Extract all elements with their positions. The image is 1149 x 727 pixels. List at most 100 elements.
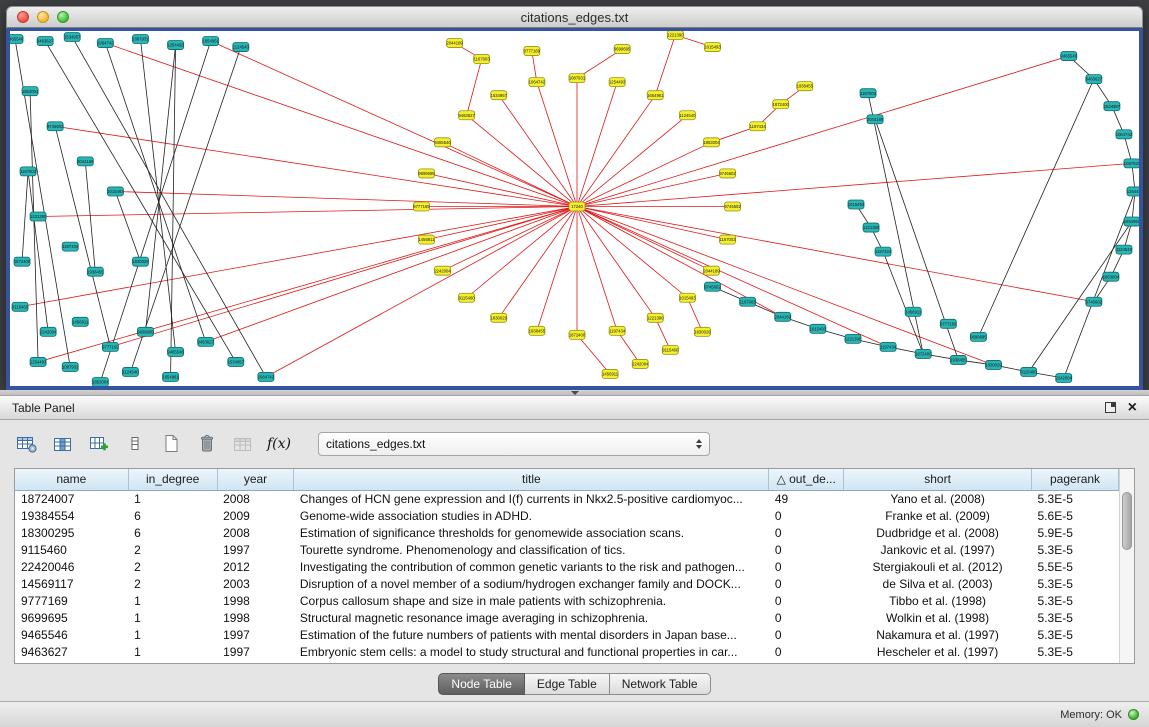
graph-node[interactable]: 1197434 — [62, 242, 79, 251]
table-row[interactable]: 1830029562008Estimation of significance … — [15, 524, 1119, 541]
table-row[interactable]: 1872400712008Changes of HCN gene express… — [15, 490, 1119, 507]
graph-node[interactable]: 9777169 — [413, 202, 430, 211]
graph-node[interactable]: 9463627 — [37, 37, 54, 46]
graph-node[interactable]: 9699695 — [614, 45, 631, 54]
graph-node[interactable]: 9699695 — [418, 169, 435, 178]
graph-node[interactable]: 1064742 — [97, 39, 114, 48]
table-row[interactable]: 2242004622012Investigating the contribut… — [15, 558, 1119, 575]
function-builder-button[interactable]: f(x) — [266, 432, 292, 456]
graph-node[interactable]: 9465546 — [10, 35, 24, 44]
citation-edge-black[interactable] — [100, 41, 210, 382]
graph-node[interactable]: 1124540 — [1116, 245, 1133, 254]
graph-node[interactable]: 1853004 — [22, 87, 39, 96]
citation-edge-black[interactable] — [145, 45, 175, 332]
graph-node[interactable]: 1654961 — [203, 37, 220, 46]
column-header-title[interactable]: title — [294, 469, 769, 490]
graph-node[interactable]: 1221390 — [845, 334, 862, 343]
zoom-button[interactable] — [57, 11, 69, 23]
splitter-handle[interactable] — [571, 391, 579, 395]
graph-node[interactable]: 1015493 — [848, 200, 865, 209]
graph-node[interactable]: 2242004 — [632, 359, 649, 368]
graph-node[interactable]: 1064742 — [1116, 130, 1133, 139]
graph-node[interactable]: 1938455 — [950, 355, 967, 364]
table-row[interactable]: 977716911998Corpus callosum shape and si… — [15, 592, 1119, 609]
graph-node[interactable]: 1456911 — [418, 235, 435, 244]
citation-edge-red[interactable] — [577, 206, 655, 317]
graph-node[interactable]: 1456911 — [72, 317, 89, 326]
graph-node[interactable]: 1197434 — [750, 122, 767, 131]
citation-edge-red[interactable] — [467, 59, 482, 115]
citation-edge-red[interactable] — [206, 206, 577, 341]
graph-node[interactable]: 1872400 — [14, 257, 31, 266]
graph-node[interactable]: 1124540 — [679, 111, 696, 120]
citation-edge-red[interactable] — [577, 56, 1069, 206]
column-header-out_degree[interactable]: △ out_de... — [769, 469, 844, 490]
graph-node[interactable]: 1015493 — [704, 43, 721, 52]
graph-node[interactable]: 1015493 — [810, 324, 827, 333]
graph-node[interactable]: 1654961 — [647, 91, 664, 100]
citation-edge-red[interactable] — [20, 206, 577, 306]
close-panel-button[interactable]: × — [1128, 402, 1137, 414]
graph-node[interactable]: 1015493 — [107, 187, 124, 196]
citation-edge-black[interactable] — [85, 161, 95, 271]
graph-node[interactable]: 2044189 — [77, 157, 94, 166]
citation-edge-red[interactable] — [577, 206, 993, 364]
column-header-name[interactable]: name — [15, 469, 128, 490]
graph-node[interactable]: 1087931 — [62, 362, 79, 371]
graph-node[interactable]: 1167003 — [740, 297, 757, 306]
graph-node[interactable]: 9699695 — [137, 327, 154, 336]
graph-node[interactable]: 2242004 — [40, 327, 57, 336]
graph-node[interactable]: 1064742 — [258, 372, 275, 381]
graph-node[interactable]: 1221390 — [30, 212, 47, 221]
close-button[interactable] — [17, 11, 29, 23]
column-header-year[interactable]: year — [217, 469, 294, 490]
graph-node[interactable]: 1456911 — [905, 307, 922, 316]
citation-edge-red[interactable] — [211, 41, 577, 206]
citation-edge-black[interactable] — [1029, 222, 1132, 372]
graph-node[interactable]: 1872400 — [773, 100, 790, 109]
graph-node[interactable]: 1534957 — [1104, 102, 1121, 111]
column-header-short[interactable]: short — [844, 469, 1032, 490]
graph-node[interactable]: 1872400 — [569, 330, 586, 339]
graph-node[interactable]: 9465546 — [1061, 52, 1078, 61]
table-row[interactable]: 1456911722003Disruption of a novel membe… — [15, 575, 1119, 592]
citation-edge-red[interactable] — [617, 331, 640, 364]
graph-node[interactable]: 1872400 — [915, 349, 932, 358]
graph-node[interactable]: 2044189 — [775, 312, 792, 321]
graph-node[interactable]: 9745602 — [719, 169, 736, 178]
graph-node[interactable]: 1654961 — [1124, 217, 1139, 226]
scrollbar-thumb[interactable] — [1122, 492, 1132, 550]
tab-node-table[interactable]: Node Table — [438, 673, 525, 695]
citation-edge-red[interactable] — [577, 173, 728, 206]
citation-edge-red[interactable] — [577, 335, 610, 374]
graph-node[interactable]: 1167003 — [720, 235, 737, 244]
citation-edge-red[interactable] — [577, 82, 617, 206]
show-columns-button[interactable] — [50, 432, 76, 456]
graph-node[interactable]: 1534957 — [64, 33, 81, 42]
graph-node[interactable]: 9465546 — [167, 347, 184, 356]
citation-edge-red[interactable] — [577, 206, 1094, 301]
graph-node[interactable]: 1534957 — [491, 91, 508, 100]
graph-node[interactable]: 1064742 — [529, 78, 546, 87]
citation-edge-red[interactable] — [38, 206, 577, 216]
citation-edge-red[interactable] — [577, 206, 711, 270]
citation-edge-red[interactable] — [426, 173, 577, 206]
graph-node[interactable]: 1456911 — [602, 369, 619, 378]
graph-node[interactable]: 1938455 — [529, 326, 546, 335]
rename-column-button[interactable] — [122, 432, 148, 456]
graph-node[interactable]: 1124540 — [122, 367, 139, 376]
graph-node[interactable]: 1830029 — [694, 327, 711, 336]
citation-edge-red[interactable] — [55, 126, 577, 206]
graph-node[interactable]: 1853004 — [92, 377, 109, 386]
graph-node[interactable]: 1254493 — [30, 357, 47, 366]
graph-node[interactable]: 1221390 — [647, 313, 664, 322]
graph-node[interactable]: 1197434 — [880, 342, 897, 351]
citation-edge-red[interactable] — [577, 206, 728, 239]
citation-edge-red[interactable] — [467, 115, 577, 206]
float-panel-button[interactable] — [1105, 402, 1116, 413]
table-selector-dropdown[interactable]: citations_edges.txt — [318, 432, 710, 456]
delete-table-button[interactable] — [194, 432, 220, 456]
citation-edge-red[interactable] — [499, 95, 577, 206]
graph-node[interactable]: 2242004 — [434, 266, 451, 275]
column-header-pagerank[interactable]: pagerank — [1032, 469, 1119, 490]
